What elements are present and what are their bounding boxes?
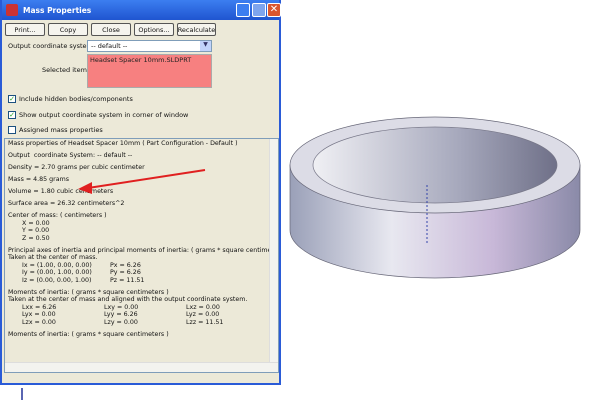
part-3d-view — [289, 116, 581, 279]
ring-bore — [312, 126, 558, 204]
red-arrow — [87, 169, 206, 189]
arrow-head — [78, 182, 92, 194]
